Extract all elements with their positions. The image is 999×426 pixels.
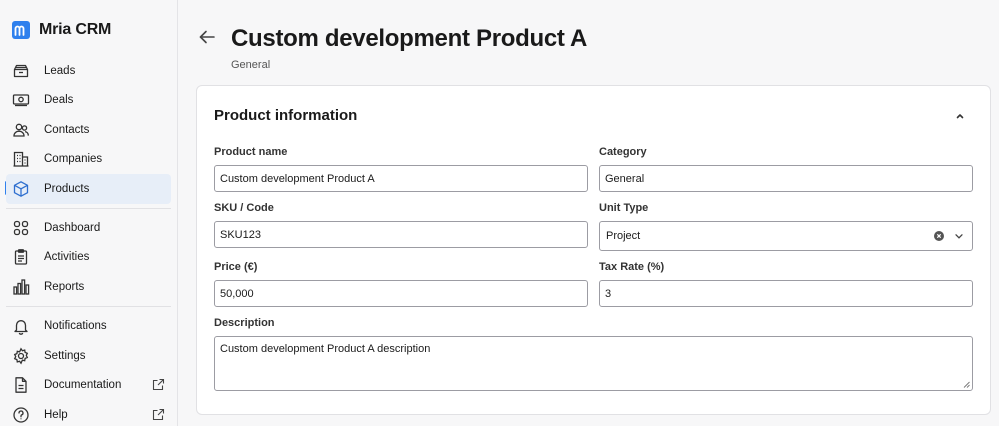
tray-icon bbox=[12, 62, 30, 80]
price-input[interactable]: 50,000 bbox=[214, 280, 588, 307]
tax-rate-label: Tax Rate (%) bbox=[599, 261, 665, 273]
external-link-icon bbox=[152, 408, 165, 421]
page-subtitle: General bbox=[231, 59, 271, 71]
sidebar-item-label: Settings bbox=[44, 350, 86, 362]
chevron-up-icon[interactable] bbox=[954, 110, 966, 122]
sidebar-item-label: Dashboard bbox=[44, 222, 101, 234]
sidebar-item-reports[interactable]: Reports bbox=[6, 272, 171, 302]
sidebar-item-label: Companies bbox=[44, 153, 103, 165]
sidebar-item-label: Documentation bbox=[44, 379, 122, 391]
bell-icon bbox=[12, 317, 30, 335]
gear-icon bbox=[12, 347, 30, 365]
sku-value: SKU123 bbox=[220, 228, 261, 241]
sidebar-divider bbox=[6, 306, 171, 307]
sidebar-item-label: Leads bbox=[44, 65, 76, 77]
category-value: General bbox=[605, 172, 645, 185]
sidebar: Mria CRM Leads Deals Contacts Companies … bbox=[0, 0, 178, 426]
sku-input[interactable]: SKU123 bbox=[214, 221, 588, 248]
sidebar-item-label: Activities bbox=[44, 251, 90, 263]
sidebar-item-dashboard[interactable]: Dashboard bbox=[6, 213, 171, 243]
card-title: Product information bbox=[214, 107, 358, 124]
unit-type-select[interactable]: Project bbox=[599, 221, 973, 251]
external-link-icon bbox=[152, 378, 165, 391]
sidebar-item-label: Products bbox=[44, 183, 90, 195]
tax-rate-value: 3 bbox=[605, 287, 612, 300]
sidebar-item-contacts[interactable]: Contacts bbox=[6, 115, 171, 145]
sidebar-item-label: Notifications bbox=[44, 320, 107, 332]
sidebar-item-notifications[interactable]: Notifications bbox=[6, 311, 171, 341]
price-value: 50,000 bbox=[220, 287, 254, 300]
unit-type-label: Unit Type bbox=[599, 202, 649, 214]
price-label: Price (€) bbox=[214, 261, 258, 273]
grid-icon bbox=[12, 219, 30, 237]
sidebar-item-companies[interactable]: Companies bbox=[6, 144, 171, 174]
sidebar-item-activities[interactable]: Activities bbox=[6, 242, 171, 272]
brand[interactable]: Mria CRM bbox=[12, 21, 111, 39]
sidebar-item-products[interactable]: Products bbox=[6, 174, 171, 204]
document-icon bbox=[12, 376, 30, 394]
people-icon bbox=[12, 121, 30, 139]
sidebar-item-deals[interactable]: Deals bbox=[6, 85, 171, 115]
sidebar-item-help[interactable]: Help bbox=[6, 400, 171, 426]
cube-icon bbox=[12, 180, 30, 198]
description-label: Description bbox=[214, 317, 275, 329]
sku-label: SKU / Code bbox=[214, 202, 274, 214]
sidebar-item-leads[interactable]: Leads bbox=[6, 56, 171, 86]
brand-name: Mria CRM bbox=[39, 21, 112, 38]
resize-handle-icon[interactable] bbox=[963, 381, 970, 388]
sidebar-item-label: Contacts bbox=[44, 124, 90, 136]
product-name-input[interactable]: Custom development Product A bbox=[214, 165, 588, 192]
category-input[interactable]: General bbox=[599, 165, 973, 192]
sidebar-item-label: Deals bbox=[44, 94, 74, 106]
back-arrow-icon[interactable] bbox=[198, 28, 216, 46]
chevron-down-icon[interactable] bbox=[954, 231, 964, 241]
building-icon bbox=[12, 150, 30, 168]
sidebar-item-label: Reports bbox=[44, 281, 85, 293]
help-circle-icon bbox=[12, 406, 30, 424]
unit-type-value: Project bbox=[606, 230, 641, 242]
sidebar-item-documentation[interactable]: Documentation bbox=[6, 370, 171, 400]
bar-chart-icon bbox=[12, 278, 30, 296]
page-title: Custom development Product A bbox=[231, 25, 588, 52]
category-label: Category bbox=[599, 146, 647, 158]
description-textarea[interactable]: Custom development Product A description bbox=[214, 336, 973, 391]
sidebar-divider bbox=[6, 208, 171, 209]
clear-icon[interactable] bbox=[934, 231, 944, 241]
clipboard-icon bbox=[12, 248, 30, 266]
product-information-card: Product information Product name Custom … bbox=[196, 85, 991, 415]
product-name-value: Custom development Product A bbox=[220, 172, 375, 185]
brand-logo bbox=[12, 21, 30, 39]
description-value: Custom development Product A description bbox=[220, 343, 431, 355]
banknote-icon bbox=[12, 91, 30, 109]
sidebar-item-label: Help bbox=[44, 409, 68, 421]
tax-rate-input[interactable]: 3 bbox=[599, 280, 973, 307]
product-name-label: Product name bbox=[214, 146, 288, 158]
sidebar-item-settings[interactable]: Settings bbox=[6, 341, 171, 371]
